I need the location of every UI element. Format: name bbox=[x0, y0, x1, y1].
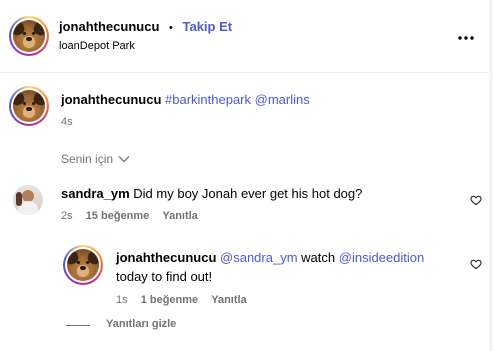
commenter-avatar[interactable] bbox=[13, 185, 43, 215]
header-divider bbox=[0, 72, 493, 73]
reply-mention-2[interactable]: @insideedition bbox=[339, 250, 424, 265]
reply-reply-button[interactable]: Yanıtla bbox=[211, 294, 246, 306]
reply-time[interactable]: 1s bbox=[116, 294, 128, 306]
more-horizontal-icon[interactable] bbox=[458, 29, 474, 40]
sort-label: Senin için bbox=[61, 152, 114, 166]
follow-button[interactable]: Takip Et bbox=[183, 19, 233, 34]
scrollbar[interactable] bbox=[489, 0, 493, 351]
reply-mention-1[interactable]: @sandra_ym bbox=[220, 250, 298, 265]
hide-replies-button[interactable]: Yanıtları gizle bbox=[106, 318, 176, 330]
chevron-down-icon bbox=[118, 152, 130, 166]
comment-likes[interactable]: 15 beğenme bbox=[86, 210, 150, 222]
comment-body: Did my boy Jonah ever get his hot dog? bbox=[133, 186, 363, 201]
reply-avatar[interactable] bbox=[63, 245, 103, 285]
dog-avatar-image bbox=[13, 90, 45, 122]
sort-dropdown[interactable]: Senin için bbox=[61, 152, 130, 166]
caption-time[interactable]: 4s bbox=[61, 116, 73, 128]
caption-hashtag[interactable]: #barkinthepark bbox=[165, 92, 251, 107]
reply-text-line2: today to find out! bbox=[116, 269, 213, 284]
caption-avatar[interactable] bbox=[9, 86, 49, 126]
caption-username[interactable]: jonahthecunucu bbox=[61, 92, 161, 107]
reply-username[interactable]: jonahthecunucu bbox=[116, 250, 216, 265]
reply-meta: 1s 1 beğenme Yanıtla bbox=[116, 294, 247, 306]
post-author-avatar[interactable] bbox=[9, 16, 49, 56]
comment-time[interactable]: 2s bbox=[61, 210, 73, 222]
reply-text: jonahthecunucu @sandra_ym watch @insidee… bbox=[116, 249, 424, 267]
heart-icon[interactable] bbox=[470, 193, 482, 206]
caption-text: jonahthecunucu #barkinthepark @marlins bbox=[61, 91, 310, 109]
comment-meta: 2s 15 beğenme Yanıtla bbox=[61, 210, 198, 222]
reply-likes[interactable]: 1 beğenme bbox=[141, 294, 198, 306]
post-header: jonahthecunucu • Takip Et bbox=[59, 19, 232, 34]
comment-reply-button[interactable]: Yanıtla bbox=[162, 210, 197, 222]
reply-middle-text: watch bbox=[301, 250, 336, 265]
header-username[interactable]: jonahthecunucu bbox=[59, 19, 159, 34]
dog-avatar-image bbox=[13, 20, 45, 52]
comment-username[interactable]: sandra_ym bbox=[61, 186, 130, 201]
caption-mention[interactable]: @marlins bbox=[255, 92, 310, 107]
comment-text: sandra_ym Did my boy Jonah ever get his … bbox=[61, 185, 362, 203]
header-location[interactable]: loanDepot Park bbox=[59, 40, 135, 52]
hide-replies-line bbox=[66, 325, 90, 326]
dog-avatar-image bbox=[67, 249, 99, 281]
heart-icon[interactable] bbox=[470, 257, 482, 270]
header-separator: • bbox=[169, 22, 173, 34]
